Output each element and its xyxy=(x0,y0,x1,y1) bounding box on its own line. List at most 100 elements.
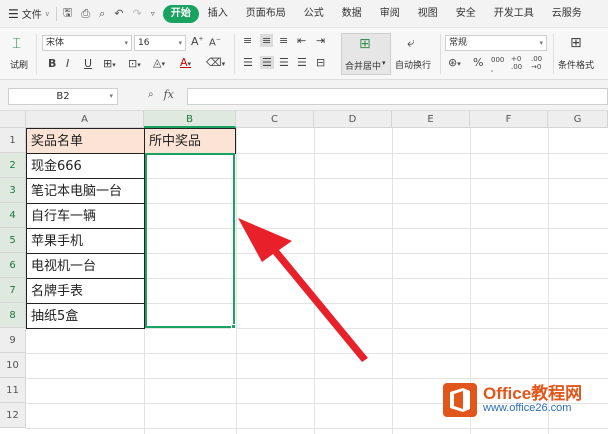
column-header-g[interactable]: G xyxy=(548,111,608,128)
office-logo-icon xyxy=(443,383,477,417)
column-header-a[interactable]: A xyxy=(26,111,144,128)
wrap-text-label: 自动换行 xyxy=(395,61,432,71)
tab-home[interactable]: 开始 xyxy=(162,4,199,23)
currency-icon[interactable]: ⊛▾ xyxy=(448,56,461,69)
align-top-icon[interactable]: ≡ xyxy=(243,34,252,47)
thousands-icon[interactable]: 000, xyxy=(491,56,504,74)
row-header-7[interactable]: 7 xyxy=(0,278,26,303)
increase-font-icon[interactable]: A+ xyxy=(191,35,204,48)
file-menu[interactable]: ☰ 文件 ∨ xyxy=(8,6,50,22)
increase-indent-icon[interactable]: ⇥ xyxy=(316,34,325,47)
justify-icon[interactable]: ☰ xyxy=(297,56,307,69)
selected-range[interactable] xyxy=(145,153,235,328)
underline-icon[interactable]: U xyxy=(84,57,92,70)
menu-separator xyxy=(55,6,57,21)
conditional-format-button[interactable]: ⊞ 条件格式 xyxy=(556,33,608,75)
menu-bar: ☰ 文件 ∨ 🖫 ⎙ ⌕ ↶ ↷ ▿ 开始 插入 页面布局 公式 数据 审阅 视… xyxy=(0,0,608,28)
row-header-8[interactable]: 8 xyxy=(0,303,26,328)
column-header-f[interactable]: F xyxy=(470,111,548,128)
tab-developer[interactable]: 开发工具 xyxy=(485,5,543,23)
merge-center-label: 合并居中 xyxy=(345,62,382,72)
gridline xyxy=(314,128,315,434)
align-center-icon[interactable]: ☰ xyxy=(260,56,274,69)
decrease-indent-icon[interactable]: ⇤ xyxy=(297,34,306,47)
font-size-select[interactable]: 16 ▾ xyxy=(134,35,186,51)
ribbon-divider xyxy=(553,34,554,74)
cell-a7[interactable]: 名牌手表 xyxy=(26,278,145,304)
font-name-select[interactable]: 宋体 ▾ xyxy=(42,35,132,51)
tab-security[interactable]: 安全 xyxy=(447,5,485,23)
row-header-4[interactable]: 4 xyxy=(0,203,26,228)
arrow-shape xyxy=(238,218,368,362)
column-header-d[interactable]: D xyxy=(314,111,392,128)
print-icon[interactable]: ⎙ xyxy=(81,7,90,21)
tab-view[interactable]: 视图 xyxy=(409,5,447,23)
cell-b1[interactable]: 所中奖品 xyxy=(144,128,236,154)
cell-style-icon[interactable]: ⊡▾ xyxy=(128,57,141,70)
format-painter-icon[interactable]: ⌶ xyxy=(12,34,21,52)
cell-a8[interactable]: 抽纸5盒 xyxy=(26,303,145,329)
cell-a3[interactable]: 笔记本电脑一台 xyxy=(26,178,145,204)
row-header-5[interactable]: 5 xyxy=(0,228,26,253)
formula-input[interactable] xyxy=(187,88,608,105)
tab-review[interactable]: 审阅 xyxy=(371,5,409,23)
format-painter-label[interactable]: 试刷 xyxy=(10,58,28,71)
row-header-9[interactable]: 9 xyxy=(0,328,26,353)
select-all-corner[interactable] xyxy=(0,111,26,128)
percent-icon[interactable]: % xyxy=(473,56,483,69)
align-middle-icon[interactable]: ≡ xyxy=(260,34,274,47)
tab-page-layout[interactable]: 页面布局 xyxy=(237,5,295,23)
column-header-e[interactable]: E xyxy=(392,111,470,128)
name-box[interactable]: B2 ▾ xyxy=(8,88,118,105)
tab-formulas[interactable]: 公式 xyxy=(295,5,333,23)
row-header-6[interactable]: 6 xyxy=(0,253,26,278)
zoom-icon[interactable]: ⌕ xyxy=(148,89,154,100)
italic-icon[interactable]: I xyxy=(66,57,69,70)
ribbon-divider xyxy=(234,34,235,74)
chevron-down-icon: ▾ xyxy=(178,39,182,47)
row-header-12[interactable]: 12 xyxy=(0,403,26,428)
cell-a6[interactable]: 电视机一台 xyxy=(26,253,145,279)
row-header-11[interactable]: 11 xyxy=(0,378,26,403)
distributed-icon[interactable]: ⊟ xyxy=(316,56,325,69)
customize-dropdown-icon[interactable]: ▿ xyxy=(151,9,155,18)
gridline xyxy=(26,378,608,379)
column-header-c[interactable]: C xyxy=(236,111,314,128)
merge-center-button[interactable]: ⊞ 合并居中 ▾ xyxy=(341,33,391,75)
align-left-icon[interactable]: ☰ xyxy=(243,56,253,69)
cell-a4[interactable]: 自行车一辆 xyxy=(26,203,145,229)
redo-icon[interactable]: ↷ xyxy=(132,7,141,20)
number-format-select[interactable]: 常规 ▾ xyxy=(445,35,547,51)
decrease-font-icon[interactable]: A− xyxy=(209,36,221,48)
save-icon[interactable]: 🖫 xyxy=(63,4,72,23)
fill-handle[interactable] xyxy=(231,324,236,329)
column-header-b[interactable]: B xyxy=(144,111,236,128)
tab-data[interactable]: 数据 xyxy=(333,5,371,23)
font-color-icon[interactable]: A▾ xyxy=(180,56,191,69)
row-header-1[interactable]: 1 xyxy=(0,128,26,153)
tab-insert[interactable]: 插入 xyxy=(199,5,237,23)
cell-a2[interactable]: 现金666 xyxy=(26,153,145,179)
align-right-icon[interactable]: ☰ xyxy=(279,56,289,69)
tab-cloud[interactable]: 云服务 xyxy=(543,5,591,23)
cell-a5[interactable]: 苹果手机 xyxy=(26,228,145,254)
row-header-2[interactable]: 2 xyxy=(0,153,26,178)
clear-format-icon[interactable]: ⌫▾ xyxy=(206,56,225,69)
print-preview-icon[interactable]: ⌕ xyxy=(99,7,105,21)
row-header-10[interactable]: 10 xyxy=(0,353,26,378)
wrap-text-button[interactable]: ⤶ 自动换行 xyxy=(395,33,437,75)
undo-icon[interactable]: ↶ xyxy=(114,7,123,20)
gridline xyxy=(26,353,608,354)
align-bottom-icon[interactable]: ≡ xyxy=(279,34,288,47)
bold-icon[interactable]: B xyxy=(48,57,56,70)
row-header-3[interactable]: 3 xyxy=(0,178,26,203)
cell-a1[interactable]: 奖品名单 xyxy=(26,128,145,154)
border-icon[interactable]: ⊞▾ xyxy=(103,57,116,70)
fill-color-icon[interactable]: ◬▾ xyxy=(153,56,165,69)
ribbon-divider xyxy=(36,34,37,74)
fx-icon[interactable]: fx xyxy=(164,88,174,101)
formula-bar: B2 ▾ ⌕ fx xyxy=(0,80,608,111)
increase-decimal-icon[interactable]: +0.00 xyxy=(511,55,522,71)
decrease-decimal-icon[interactable]: .00 →0 xyxy=(531,55,542,71)
ribbon-divider xyxy=(440,34,441,74)
